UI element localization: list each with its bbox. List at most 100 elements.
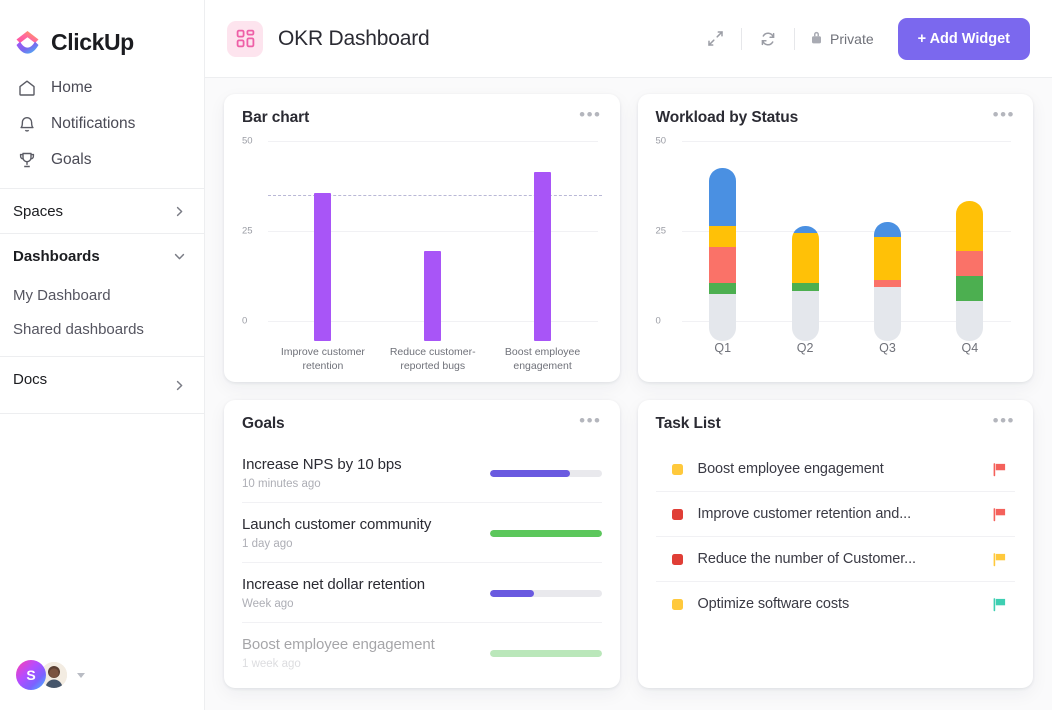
status-badge[interactable]	[671, 463, 683, 475]
sidebar-item-goals[interactable]: Goals	[0, 142, 204, 178]
sidebar-item-my-dashboard[interactable]: My Dashboard	[0, 278, 204, 312]
app-root: ClickUp Home Notifications Goals Spaces …	[0, 0, 1052, 710]
widget-menu-button[interactable]: •••	[579, 106, 601, 123]
widget-title: Workload by Status	[655, 109, 799, 126]
primary-nav: Home Notifications Goals	[0, 62, 204, 188]
privacy-label: Private	[830, 30, 874, 47]
avatar[interactable]: S	[16, 660, 46, 690]
x-tick-label: Q4	[961, 341, 979, 355]
stack-column[interactable]	[682, 141, 764, 341]
x-axis-labels: Q1 Q2 Q3 Q4	[682, 341, 1012, 355]
priority-flag-icon[interactable]	[992, 552, 1007, 567]
task-row[interactable]: Reduce the number of Customer...	[655, 537, 1015, 582]
bell-icon	[17, 114, 37, 134]
priority-flag-icon[interactable]	[992, 597, 1007, 612]
x-tick-label: Q2	[796, 341, 814, 355]
task-row[interactable]: Boost employee engagement	[655, 447, 1015, 492]
chevron-right-icon	[173, 379, 186, 392]
y-tick-label: 25	[242, 225, 253, 237]
sidebar-section-docs[interactable]: Docs	[0, 357, 204, 401]
status-badge[interactable]	[671, 598, 683, 610]
chevron-down-icon[interactable]	[77, 672, 85, 678]
sidebar-section-dashboards[interactable]: Dashboards	[0, 234, 204, 278]
priority-flag-icon[interactable]	[992, 507, 1007, 522]
sidebar-section-label: Docs	[13, 370, 48, 388]
x-tick-label: Q3	[879, 341, 896, 355]
stacked-series	[682, 141, 1012, 341]
widget-menu-button[interactable]: •••	[993, 412, 1015, 429]
status-badge[interactable]	[671, 553, 683, 565]
sidebar-item-notifications[interactable]: Notifications	[0, 106, 204, 142]
divider	[794, 27, 796, 50]
sidebar-item-home[interactable]: Home	[0, 70, 204, 106]
task-list: Boost employee engagement Improve custom…	[655, 447, 1016, 626]
y-tick-label: 0	[242, 315, 248, 327]
sidebar-section-label: Spaces	[13, 202, 64, 220]
goal-row[interactable]: Increase net dollar retention Week ago	[242, 563, 602, 623]
add-widget-button[interactable]: + Add Widget	[897, 17, 1030, 60]
divider	[741, 27, 743, 50]
goal-list: Increase NPS by 10 bps 10 minutes ago La…	[242, 443, 602, 682]
expand-arrows-icon[interactable]	[698, 22, 732, 56]
lock-icon	[810, 30, 823, 48]
bar-column[interactable]	[378, 141, 488, 341]
goal-progress	[489, 529, 602, 537]
sidebar-item-label: Goals	[51, 151, 92, 168]
stack-column[interactable]	[846, 141, 928, 341]
stack-column[interactable]	[929, 141, 1011, 341]
goal-progress	[489, 589, 602, 597]
sidebar-item-label: Home	[51, 79, 93, 96]
x-tick-label: Reduce customer-reported bugs	[389, 346, 476, 372]
sidebar-sub-label: My Dashboard	[13, 286, 111, 304]
widget-header: Bar chart •••	[242, 106, 602, 127]
main-area: OKR Dashboard Private + Add Widget Bar c…	[205, 0, 1052, 710]
goal-row[interactable]: Boost employee engagement 1 week ago	[242, 623, 602, 682]
widget-workload-by-status: Workload by Status ••• 50 25 0 Q1 Q2 Q3 …	[637, 94, 1033, 382]
stack-column[interactable]	[764, 141, 846, 341]
page-title: OKR Dashboard	[278, 26, 430, 50]
logo-text: ClickUp	[51, 28, 134, 55]
goal-timestamp: 1 week ago	[242, 658, 301, 670]
goal-progress	[489, 649, 602, 657]
task-name: Optimize software costs	[697, 596, 850, 612]
y-tick-label: 50	[242, 135, 253, 147]
priority-flag-icon[interactable]	[992, 462, 1007, 477]
clickup-logo-icon	[13, 28, 42, 57]
goal-timestamp: 10 minutes ago	[242, 478, 321, 490]
bar-column[interactable]	[268, 141, 378, 341]
widget-title: Task List	[655, 415, 721, 432]
widget-menu-button[interactable]: •••	[579, 412, 601, 429]
x-tick-label: Q1	[714, 341, 732, 355]
widget-goals: Goals ••• Increase NPS by 10 bps 10 minu…	[224, 400, 620, 688]
task-row[interactable]: Optimize software costs	[656, 582, 1016, 626]
sidebar-section-spaces[interactable]: Spaces	[0, 189, 204, 233]
bar-column[interactable]	[488, 141, 598, 341]
widget-header: Goals •••	[242, 412, 602, 433]
bar-chart-plot: 50 25 0 Improve customer retention Reduc	[242, 136, 602, 372]
task-row[interactable]: Improve customer retention and...	[655, 492, 1015, 537]
logo[interactable]: ClickUp	[0, 0, 204, 62]
sidebar-sub-label: Shared dashboards	[13, 320, 144, 338]
user-menu[interactable]: S	[0, 650, 85, 700]
goal-name: Boost employee engagement	[242, 636, 435, 653]
privacy-toggle[interactable]: Private	[804, 30, 880, 48]
y-tick-label: 50	[655, 135, 667, 147]
status-badge[interactable]	[671, 508, 683, 520]
x-tick-label: Improve customer retention	[280, 346, 365, 372]
x-axis-labels: Improve customer retention Reduce custom…	[268, 345, 598, 373]
top-bar-actions: Private + Add Widget	[698, 17, 1030, 60]
widget-task-list: Task List ••• Boost employee engagement	[637, 400, 1033, 688]
goal-timestamp: 1 day ago	[242, 538, 293, 550]
top-bar: OKR Dashboard Private + Add Widget	[205, 0, 1052, 78]
dashboard-canvas: Bar chart ••• 50 25 0 Improve customer r…	[205, 78, 1052, 710]
goal-row[interactable]: Launch customer community 1 day ago	[242, 503, 602, 563]
stacked-chart-plot: 50 25 0 Q1 Q2 Q3 Q4	[655, 136, 1016, 355]
widget-header: Workload by Status •••	[655, 106, 1016, 127]
refresh-icon[interactable]	[751, 22, 785, 56]
sidebar-item-shared-dashboards[interactable]: Shared dashboards	[0, 312, 204, 346]
task-name: Boost employee engagement	[697, 461, 884, 477]
widget-menu-button[interactable]: •••	[993, 106, 1015, 123]
y-tick-label: 0	[655, 315, 661, 327]
sidebar-section-label: Dashboards	[13, 247, 100, 265]
goal-row[interactable]: Increase NPS by 10 bps 10 minutes ago	[242, 443, 602, 503]
